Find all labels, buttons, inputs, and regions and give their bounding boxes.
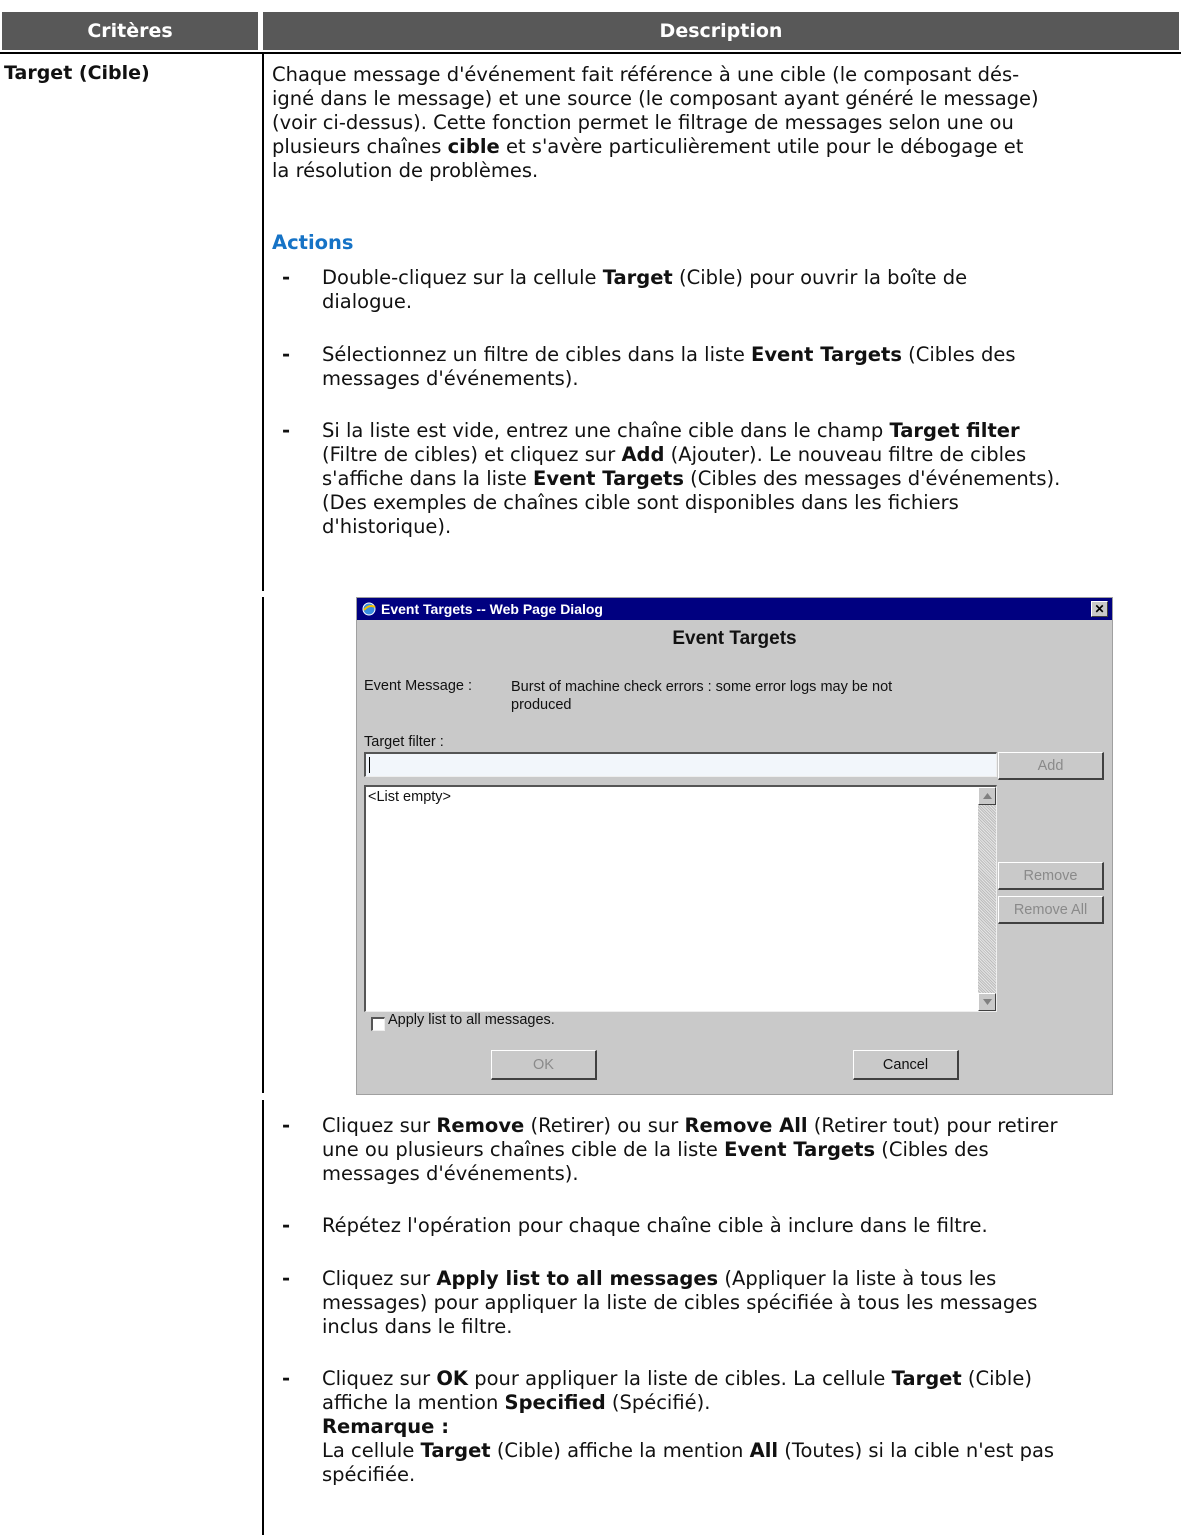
remove-button[interactable]: Remove <box>998 862 1104 890</box>
remove-all-button[interactable]: Remove All <box>998 896 1104 924</box>
ie-icon <box>362 602 376 616</box>
arrow-up-icon <box>983 793 992 799</box>
column-divider <box>262 1100 264 1535</box>
event-message-label: Event Message : <box>364 678 472 694</box>
column-divider <box>262 54 264 591</box>
target-filter-label: Target filter : <box>364 734 444 750</box>
scroll-down-button[interactable] <box>978 993 996 1011</box>
cancel-button[interactable]: Cancel <box>853 1050 959 1080</box>
dialog-window-title: Event Targets -- Web Page Dialog <box>381 601 603 617</box>
target-filter-input[interactable] <box>364 752 997 777</box>
close-button[interactable]: ✕ <box>1091 601 1108 617</box>
intro-line: la résolution de problèmes. <box>272 159 539 182</box>
arrow-down-icon <box>983 999 992 1005</box>
list-scrollbar[interactable] <box>978 787 996 1011</box>
header-divider <box>0 52 1181 54</box>
apply-all-checkbox[interactable] <box>371 1017 385 1031</box>
intro-line: (voir ci-dessus). Cette fonction permet … <box>272 111 1014 134</box>
dialog-titlebar: Event Targets -- Web Page Dialog ✕ <box>357 598 1112 620</box>
list-empty-text: <List empty> <box>368 789 452 805</box>
intro-line: Chaque message d'événement fait référenc… <box>272 63 1020 86</box>
intro-line: igné dans le message) et une source (le … <box>272 87 1039 110</box>
header-criteria: Critères <box>2 12 258 50</box>
header-description: Description <box>263 12 1179 50</box>
add-button[interactable]: Add <box>998 752 1104 780</box>
text-caret <box>369 757 370 773</box>
column-divider <box>262 597 264 1093</box>
event-targets-dialog: Event Targets -- Web Page Dialog ✕ Event… <box>356 597 1113 1095</box>
event-targets-list[interactable]: <List empty> <box>364 785 997 1012</box>
actions-heading: Actions <box>272 231 354 254</box>
intro-line: plusieurs chaînes cible et s'avère parti… <box>272 135 1024 158</box>
row-label: Target (Cible) <box>4 62 150 84</box>
apply-all-label[interactable]: Apply list to all messages. <box>388 1012 555 1028</box>
dialog-heading: Event Targets <box>672 628 797 649</box>
event-message-value: Burst of machine check errors : some err… <box>511 679 893 713</box>
scroll-up-button[interactable] <box>978 787 996 805</box>
ok-button[interactable]: OK <box>491 1050 597 1080</box>
